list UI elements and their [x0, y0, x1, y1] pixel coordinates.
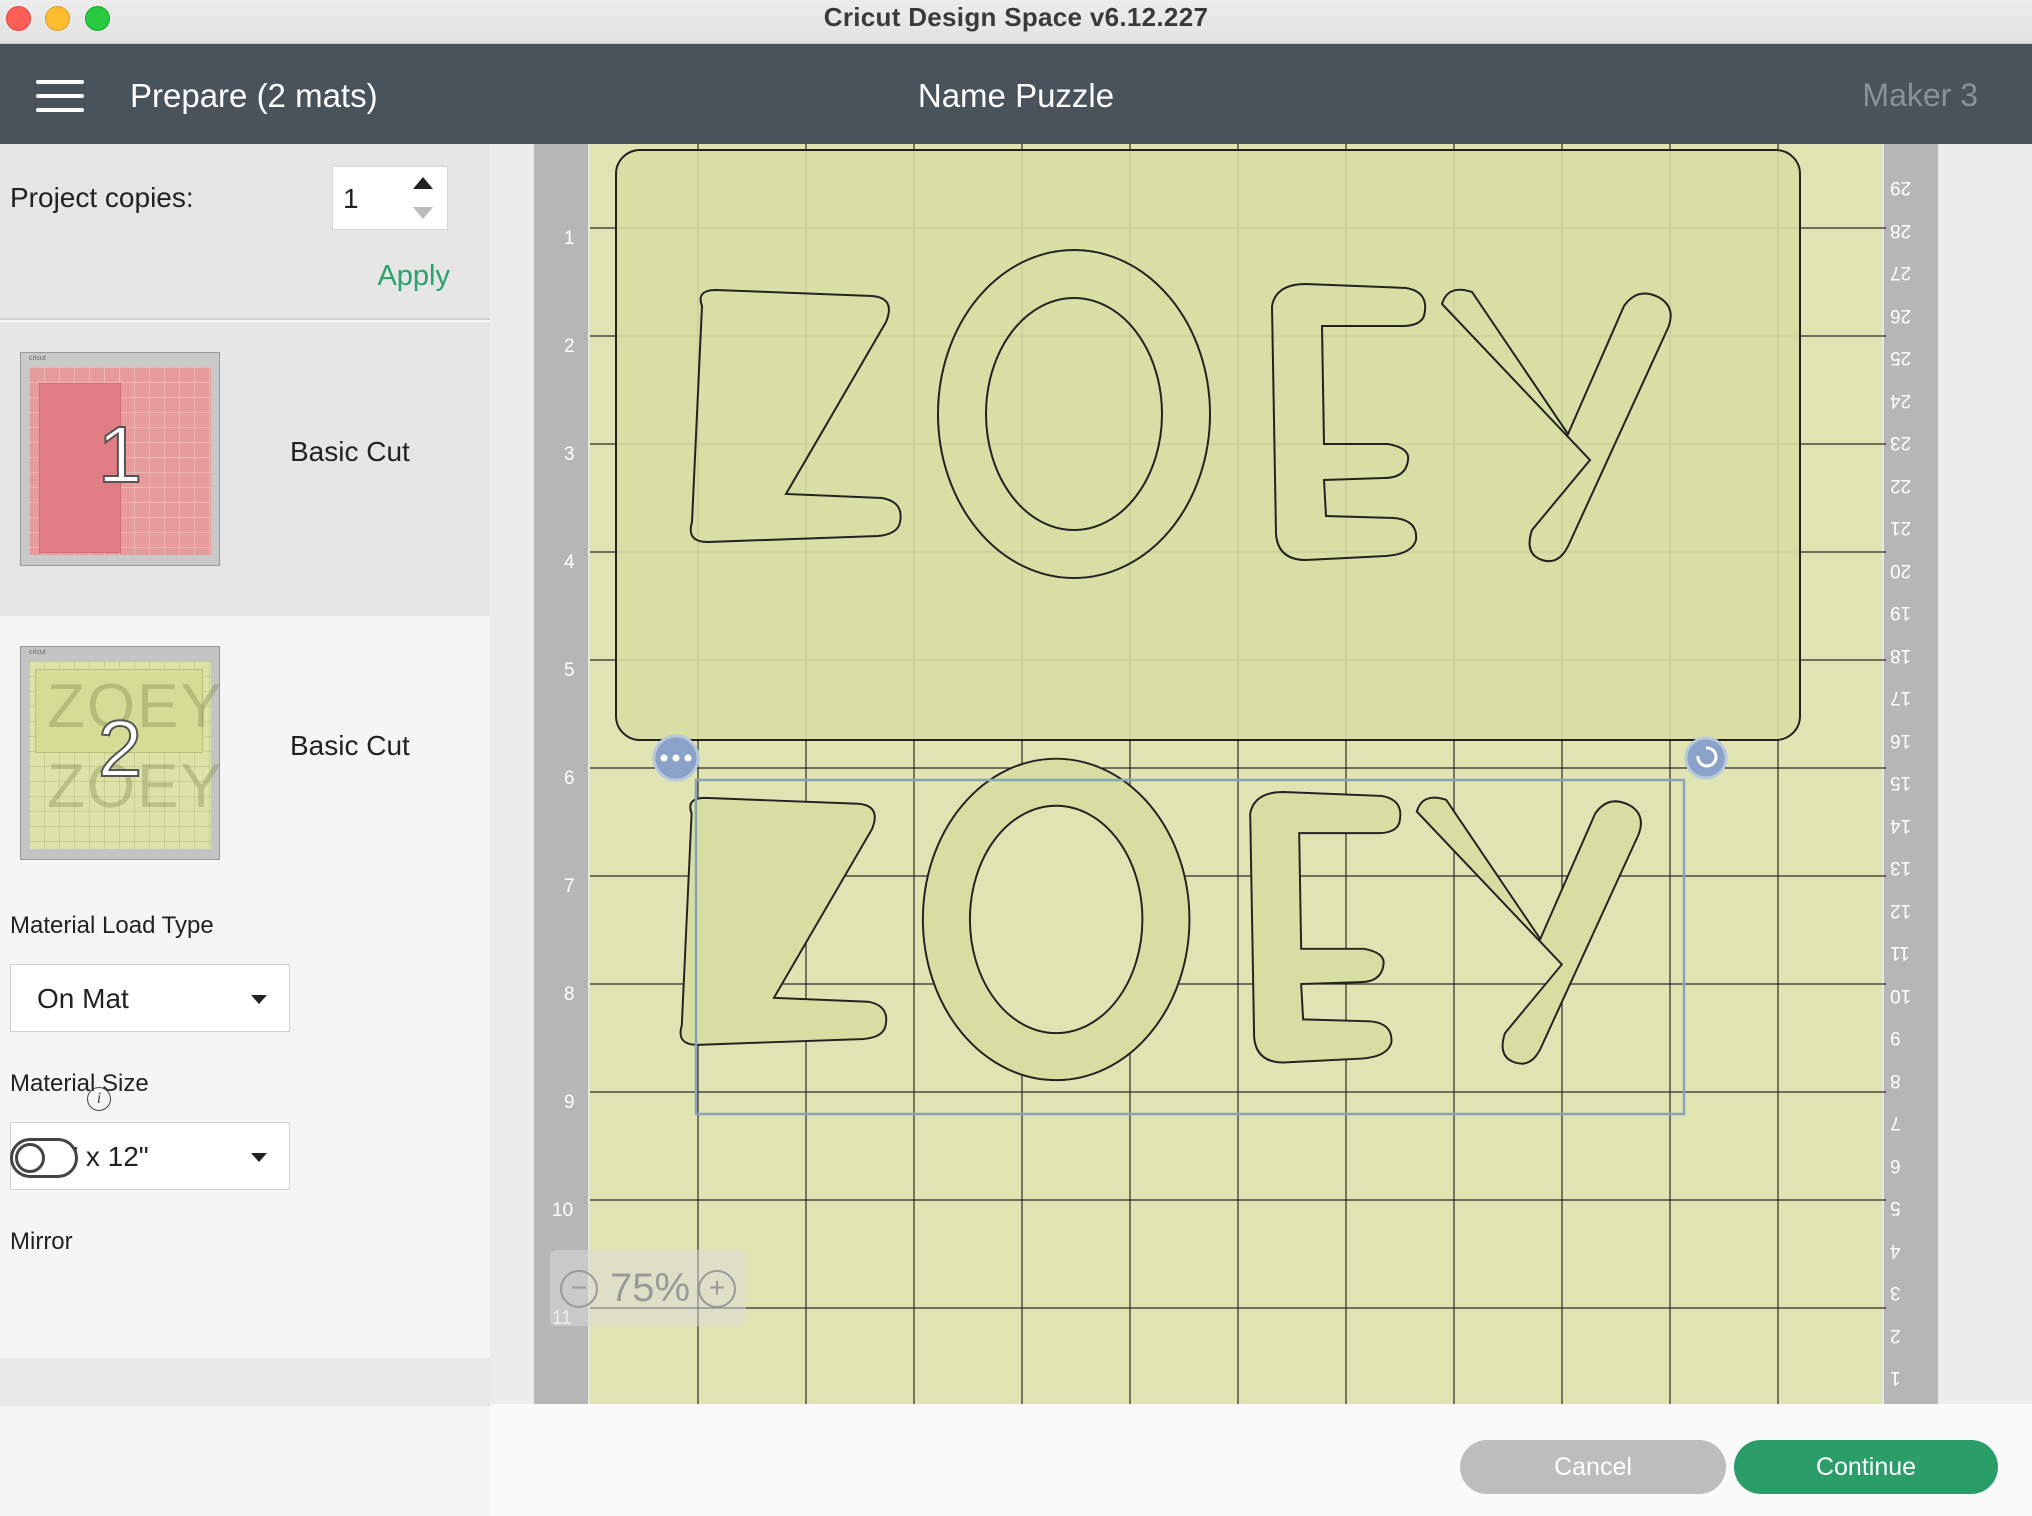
ruler-mark: 21 [1890, 517, 1912, 538]
mat-artwork[interactable] [590, 144, 1886, 1404]
project-copies-stepper[interactable]: 1 [332, 166, 448, 230]
ruler-mark: 2 [1890, 1324, 1901, 1346]
ruler-mark: 11 [1890, 942, 1910, 963]
ruler-mark: 25 [1890, 347, 1912, 368]
footer-bar: Cancel Continue [490, 1404, 2032, 1516]
ruler-mark: 28 [1890, 219, 1912, 241]
ruler-mark: 24 [1890, 389, 1912, 411]
ruler-mark: 16 [1890, 729, 1912, 751]
rotate-handle-icon[interactable] [1684, 736, 1728, 780]
chevron-down-icon [251, 995, 267, 1004]
machine-selector[interactable]: Maker 3 [1862, 77, 1978, 114]
zoom-level: 75% [610, 1266, 691, 1310]
ruler-mark: 14 [1890, 814, 1912, 836]
ruler-mark: 26 [1890, 304, 1912, 326]
info-icon[interactable]: i [87, 1087, 111, 1111]
cricut-logo: cricut [29, 355, 46, 362]
letter-shape [968, 804, 1144, 1035]
project-copies-value[interactable]: 1 [343, 183, 359, 215]
ruler-mark: 4 [564, 552, 575, 573]
ruler-mark: 3 [1890, 1282, 1901, 1303]
ruler-mark: 18 [1890, 644, 1912, 666]
mat-sidebar: Project copies: 1 Apply cricut 1 Basic C… [0, 144, 490, 1516]
ruler-mark: 17 [1890, 687, 1912, 708]
zoom-control: − 75% + [550, 1250, 746, 1326]
mat-cut-label: Basic Cut [290, 730, 410, 761]
chevron-down-icon [251, 1153, 267, 1162]
mat-canvas[interactable]: 1234567891011292827262524232221201918171… [534, 144, 1938, 1404]
window-titlebar: Cricut Design Space v6.12.227 [0, 0, 2032, 44]
ruler-mark: 8 [1890, 1069, 1901, 1091]
zoom-out-icon[interactable]: − [560, 1270, 598, 1308]
letter-shape [1415, 796, 1642, 1065]
stepper-down-icon[interactable] [413, 207, 433, 219]
ruler-mark: 6 [1890, 1154, 1901, 1176]
cancel-button[interactable]: Cancel [1460, 1440, 1726, 1494]
app-header: Prepare (2 mats) Name Puzzle Maker 3 [0, 44, 2032, 144]
ruler-mark: 9 [1890, 1027, 1901, 1048]
letter-shape [679, 796, 888, 1046]
ruler-mark: 27 [1890, 262, 1912, 283]
mat-number: 2 [97, 703, 144, 794]
material-load-type-label: Material Load Type [10, 912, 214, 939]
apply-button[interactable]: Apply [377, 260, 450, 293]
cricut-logo: cricut [29, 649, 46, 656]
ruler-mark: 9 [564, 1092, 575, 1113]
ruler-mark: 19 [1890, 602, 1912, 623]
ruler-mark: 22 [1890, 474, 1912, 496]
mat-thumbnail-1[interactable]: cricut 1 [20, 352, 220, 566]
sidebar-footer-bar [0, 1358, 490, 1406]
cutting-mat[interactable] [588, 144, 1886, 1404]
more-options-dot [672, 754, 680, 762]
ruler-mark: 20 [1890, 559, 1912, 581]
ruler-mark: 8 [564, 984, 575, 1005]
project-copies-label: Project copies: [10, 182, 194, 213]
material-size-label: Material Size [10, 1070, 149, 1097]
material-load-type-select[interactable]: On Mat [10, 964, 290, 1032]
mat-list-item-2[interactable]: cricut ZOEY ZOEY 2 Basic Cut [0, 616, 490, 910]
ruler-mark: 3 [564, 444, 575, 465]
ruler-mark: 23 [1890, 432, 1912, 453]
ruler-mark: 12 [1890, 899, 1912, 921]
project-copies-panel: Project copies: 1 Apply [0, 144, 490, 320]
mirror-label: Mirror [10, 1228, 73, 1255]
name-letters-group[interactable] [679, 757, 1642, 1082]
more-options-dot [684, 754, 692, 762]
ruler-mark: 7 [564, 876, 575, 897]
mat-number: 1 [97, 409, 144, 500]
mat-cut-label: Basic Cut [290, 436, 410, 467]
mat-list-item-1[interactable]: cricut 1 Basic Cut [0, 322, 490, 616]
mirror-toggle[interactable] [10, 1138, 78, 1178]
continue-button[interactable]: Continue [1734, 1440, 1998, 1494]
toggle-knob [15, 1143, 45, 1173]
more-options-dot [660, 754, 668, 762]
ruler-mark: 5 [1890, 1197, 1901, 1218]
project-name: Name Puzzle [917, 77, 1115, 114]
mat-thumbnail-2[interactable]: cricut ZOEY ZOEY 2 [20, 646, 222, 860]
ruler-mark: 4 [1890, 1239, 1901, 1261]
ruler-mark: 10 [552, 1200, 574, 1221]
ruler-mark: 13 [1890, 857, 1912, 878]
ruler-mark: 6 [564, 768, 575, 789]
window-title: Cricut Design Space v6.12.227 [823, 2, 1209, 32]
letter-shape [1249, 791, 1402, 1064]
ruler-mark: 1 [564, 228, 575, 249]
ruler-mark: 1 [1890, 1367, 1901, 1388]
ruler-mark: 10 [1890, 984, 1912, 1006]
ruler-mark: 2 [564, 336, 575, 357]
material-load-type-value: On Mat [37, 983, 129, 1014]
ruler-mark: 7 [1890, 1112, 1901, 1133]
ruler-mark: 15 [1890, 772, 1912, 793]
ruler-mark: 29 [1890, 177, 1912, 198]
ruler-mark: 5 [564, 660, 575, 681]
zoom-in-icon[interactable]: + [698, 1270, 736, 1308]
stepper-up-icon[interactable] [413, 177, 433, 189]
